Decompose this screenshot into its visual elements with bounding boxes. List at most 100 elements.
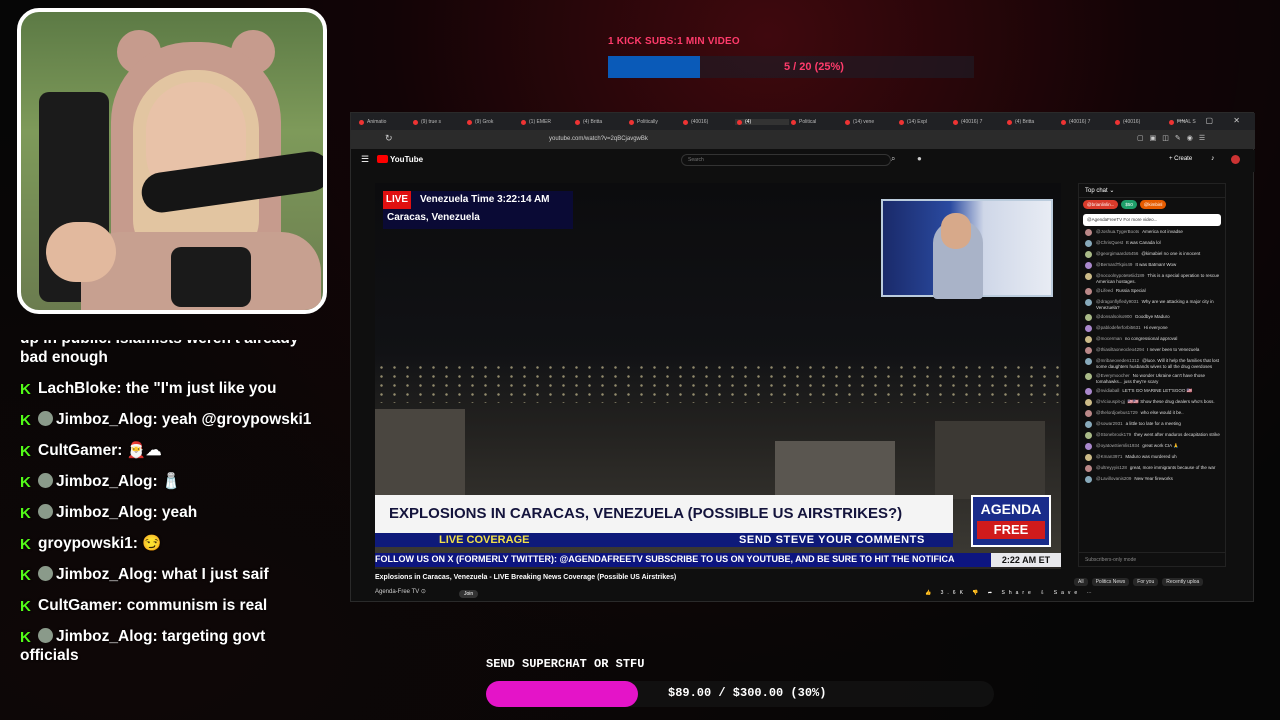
chat-separator: : [152, 628, 162, 645]
search-input[interactable]: Search [681, 154, 891, 166]
live-chat-author[interactable]: @Stonebrook179 [1096, 432, 1131, 437]
live-chat-author[interactable]: @ChrisQuest [1096, 240, 1123, 245]
chat-text: what I just saif [161, 566, 269, 583]
live-chat-author[interactable]: @mribaeoveden1312 [1096, 358, 1139, 363]
chat-message: K Jimboz_Alog: 🧂 [20, 472, 320, 491]
browser-tab[interactable]: (40016) 7 [951, 119, 1005, 125]
location-label: Caracas, Venezuela [387, 212, 480, 223]
live-chat-author[interactable]: @Lifeed [1096, 288, 1113, 293]
live-chat-message: @Kman3971 Maduro was murdered uh [1079, 453, 1225, 464]
avatar [1085, 358, 1092, 365]
live-chat-author[interactable]: @donsalsolso900 [1096, 314, 1132, 319]
browser-tab[interactable]: (9) Grok [465, 119, 519, 125]
browser-tab[interactable]: Animatio [357, 119, 411, 125]
filter-chip[interactable]: For you [1133, 578, 1159, 586]
browser-tab[interactable]: (1) EMER [519, 119, 573, 125]
browser-tab[interactable]: (9) true s [411, 119, 465, 125]
live-chat-author[interactable]: @dragonflyfledy9031 [1096, 299, 1139, 304]
join-button[interactable]: Join [459, 590, 479, 598]
avatar[interactable] [1231, 155, 1240, 164]
live-chat-author[interactable]: @thiasiltaoneocleo4294 [1096, 347, 1144, 352]
live-chat-header[interactable]: Top chat ⌄ [1079, 184, 1225, 198]
browser-tab[interactable]: (14) vene [843, 119, 897, 125]
live-chat-pin[interactable]: @kimbinl [1139, 200, 1167, 209]
live-chat-author[interactable]: @ultreyyyis128 [1096, 465, 1127, 470]
live-chat-author[interactable]: @Joshua.TygerBoots [1096, 229, 1139, 234]
live-chat-author[interactable]: @Kman3971 [1096, 454, 1122, 459]
browser-tab[interactable]: (40016) [1113, 119, 1167, 125]
kick-badge-icon: K [20, 381, 31, 398]
kick-goal-fill [608, 56, 700, 78]
live-chat-text: great work CIA 🙏 [1142, 443, 1179, 448]
live-chat-pin[interactable]: @brianlinlin... [1083, 200, 1119, 209]
kick-badge-icon: K [20, 412, 31, 429]
browser-tab[interactable]: (4) Britta [1005, 119, 1059, 125]
live-chat-body: @sowar2931 a little too late for a meetin… [1096, 421, 1181, 427]
live-chat-body: @pablodeferforbi5631 Hi everyone [1096, 325, 1168, 331]
live-chat-author[interactable]: @pablodeferforbi5631 [1096, 325, 1141, 330]
live-chat-author[interactable]: @nocoolnypotetetiid189 [1096, 273, 1144, 278]
kick-badge-icon: K [20, 567, 31, 584]
browser-tab[interactable]: Political [789, 119, 843, 125]
search-icon[interactable]: ⌕ [891, 154, 895, 164]
live-chat-message: @mribaeoveden1312 @luce. Will it help the… [1079, 357, 1225, 372]
superchat-goal-fill [486, 681, 639, 707]
live-chat-author[interactable]: @georgimaardo5456 [1096, 251, 1138, 256]
live-chat-message: @pablodeferforbi5631 Hi everyone [1079, 324, 1225, 335]
live-chat-message: @Viciouspit-gj 🇺🇸🇺🇸 Show these drug deale… [1079, 398, 1225, 409]
mic-icon[interactable]: ● [917, 154, 922, 163]
address-bar[interactable]: youtube.com/watch?v=2qBCjavgwBk [541, 133, 971, 146]
extensions-icon[interactable]: ▢▣◫✎◉☰ [1137, 134, 1211, 142]
live-chat-author[interactable]: @nvidiaball [1096, 388, 1119, 393]
create-button[interactable]: + Create [1169, 156, 1192, 162]
live-chat-text: It was Batman! Wow [1135, 262, 1177, 267]
live-chat-author[interactable]: @mocerman [1096, 336, 1122, 341]
live-chat-body: @donsalsolso900 Goodbye Maduro [1096, 314, 1170, 320]
reload-icon[interactable]: ↻ [385, 133, 393, 144]
browser-tab[interactable]: (40016) 7 [1059, 119, 1113, 125]
live-chat-text: no congressional approval [1124, 336, 1178, 341]
channel-name[interactable]: Agenda-Free TV ⊙ [375, 588, 426, 595]
live-chat-author[interactable]: @Viciouspit-gj [1096, 399, 1125, 404]
browser-tab[interactable]: Politically [627, 119, 681, 125]
live-chat-message: @sowar2931 a little too late for a meetin… [1079, 420, 1225, 431]
live-chat-author[interactable]: @Everymoocher [1096, 373, 1130, 378]
chat-username: Jimboz_Alog [56, 504, 153, 521]
browser-tab[interactable]: (4) [735, 118, 789, 125]
video-player[interactable]: LIVE Venezuela Time 3:22:14 AM Caracas, … [375, 183, 1061, 569]
filter-chip[interactable]: Recently uploa [1162, 578, 1204, 586]
menu-icon[interactable]: ☰ [361, 154, 369, 165]
subscriber-badge-icon [38, 473, 53, 488]
filter-chip[interactable]: Politics News [1091, 578, 1130, 586]
live-chat-author[interactable]: @thelordjoebus1729 [1096, 410, 1138, 415]
live-chat-body: @dragonflyfledy9031 Why are we attacking … [1096, 299, 1221, 311]
live-chat-banner[interactable]: @AgendaFreeTV For more video... [1083, 214, 1221, 226]
notifications-icon[interactable]: ♪ [1211, 155, 1215, 162]
browser-tab[interactable]: (14) Expl [897, 119, 951, 125]
live-chat-author[interactable]: @oyatowSiemlis1934 [1096, 443, 1139, 448]
live-chat-author[interactable]: @sowar2931 [1096, 421, 1123, 426]
live-chat-pin[interactable]: $50 [1121, 200, 1137, 209]
browser-tab[interactable]: (4) Britta [573, 119, 627, 125]
youtube-logo[interactable]: YouTube [377, 155, 423, 164]
live-chat-author[interactable]: @Lavillovanis209 [1096, 476, 1131, 481]
avatar [1085, 373, 1092, 380]
window-controls[interactable]: — ▢ ✕ [1177, 116, 1249, 125]
chat-message: K Jimboz_Alog: yeah @groypowski1 [20, 410, 320, 429]
filter-chip[interactable]: All [1074, 578, 1088, 586]
brand-top: AGENDA [980, 501, 1042, 517]
chat-username: groypowski1 [38, 535, 133, 552]
chat-message: K Jimboz_Alog: what I just saif [20, 565, 320, 584]
live-chat-text: America not invadse [1142, 229, 1183, 234]
live-chat-author[interactable]: @BernardTkpis49 [1096, 262, 1132, 267]
chat-separator: : [117, 597, 127, 614]
chat-separator: : [152, 473, 162, 490]
live-tag: LIVE [383, 191, 411, 209]
recommendation-filters: All Politics News For you Recently uploa [1074, 578, 1207, 586]
live-chat-body: @nocoolnypotetetiid189 This is a special … [1096, 273, 1221, 285]
live-chat-message: @Everymoocher No wonder Ukraine can't hav… [1079, 372, 1225, 387]
video-actions[interactable]: 👍 3.6K 👎 ➦ Share ⇩ Save ⋯ [925, 590, 1096, 596]
live-chat-body: @mocerman no congressional approval [1096, 336, 1177, 342]
browser-tab[interactable]: (40016) [681, 119, 735, 125]
chat-separator: : [152, 411, 162, 428]
